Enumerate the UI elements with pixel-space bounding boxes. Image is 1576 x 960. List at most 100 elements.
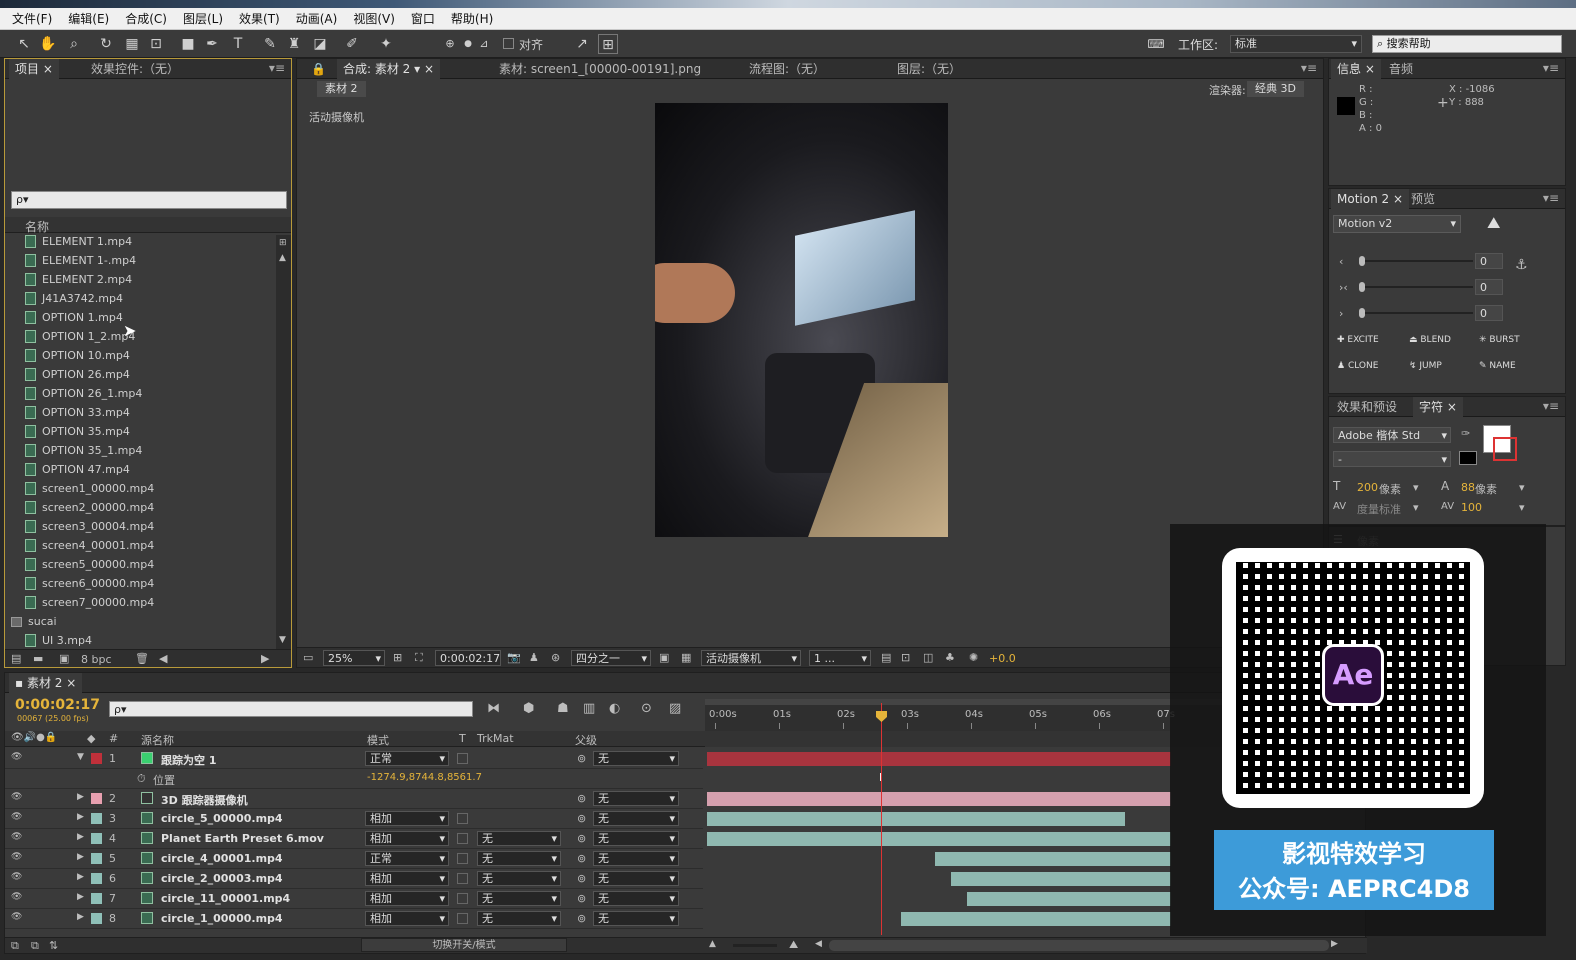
lock-icon[interactable]: 🔒 xyxy=(305,59,332,79)
expand-arrow-icon[interactable]: ▶ xyxy=(77,892,84,902)
parent-select[interactable]: 无 ▾ xyxy=(593,911,679,926)
keyboard-icon[interactable]: ⌨ xyxy=(1146,34,1166,54)
leading-value[interactable]: 88 xyxy=(1461,481,1475,494)
tab-info[interactable]: 信息 × xyxy=(1331,59,1381,79)
menu-help[interactable]: 帮助(H) xyxy=(443,10,501,27)
project-item[interactable]: OPTION 35.mp4 xyxy=(25,422,130,441)
menu-window[interactable]: 窗口 xyxy=(403,10,443,27)
always-preview-icon[interactable]: ▭ xyxy=(303,651,313,664)
tab-preview[interactable]: 预览 xyxy=(1405,189,1441,209)
text-tool-icon[interactable]: T xyxy=(228,34,248,54)
show-snapshot-icon[interactable]: ♟ xyxy=(529,651,539,664)
label-color-swatch[interactable] xyxy=(91,853,102,864)
region-of-interest-icon[interactable]: ▣ xyxy=(659,651,669,664)
tracking-value[interactable]: 100 xyxy=(1461,501,1482,514)
brainstorm-icon[interactable]: ▨ xyxy=(669,701,681,716)
property-row-position[interactable]: ⏱ 位置 -1274.9,8744.8,8561.7 xyxy=(5,769,703,789)
exposure-value[interactable]: +0.0 xyxy=(989,652,1016,665)
project-item[interactable]: ELEMENT 1.mp4 xyxy=(25,235,132,251)
expand-arrow-icon[interactable]: ▶ xyxy=(77,872,84,882)
label-color-swatch[interactable] xyxy=(91,813,102,824)
layer-row[interactable]: 👁 ▶ 8 circle_1_00000.mp4 相加 ▾ 无 ▾ ⊚ 无 ▾ xyxy=(5,909,703,929)
panel-menu-icon[interactable]: ▾≡ xyxy=(1301,61,1317,75)
layer-name[interactable]: circle_4_00001.mp4 xyxy=(161,852,283,865)
ease-both-slider[interactable] xyxy=(1359,282,1473,292)
project-item[interactable]: screen7_00000.mp4 xyxy=(25,593,154,612)
expand-arrow-icon[interactable]: ▶ xyxy=(77,792,84,802)
scroll-left-icon[interactable]: ◀ xyxy=(159,652,167,665)
layer-row[interactable]: 👁 ▶ 2 3D 跟踪器摄像机 ⊚ 无 ▾ xyxy=(5,789,703,809)
tab-flowchart[interactable]: 流程图:（无） xyxy=(743,59,831,79)
menu-layer[interactable]: 图层(L) xyxy=(175,10,231,27)
scroll-down-icon[interactable]: ▼ xyxy=(279,635,286,645)
project-item[interactable]: OPTION 26_1.mp4 xyxy=(25,384,142,403)
timeline-search-input[interactable]: ρ▾ xyxy=(109,701,473,717)
tab-effects-presets[interactable]: 效果和预设 xyxy=(1331,397,1403,417)
tab-effect-controls[interactable]: 效果控件:（无） xyxy=(85,59,185,79)
layer-name[interactable]: circle_2_00003.mp4 xyxy=(161,872,283,885)
menu-file[interactable]: 文件(F) xyxy=(4,10,60,27)
close-icon[interactable]: × xyxy=(43,62,53,76)
project-folder[interactable]: sucai xyxy=(11,612,57,631)
clone-button[interactable]: ♟ CLONE xyxy=(1337,361,1378,371)
zoom-slider[interactable] xyxy=(733,944,777,947)
project-item[interactable]: screen2_00000.mp4 xyxy=(25,498,154,517)
motion-version-select[interactable]: Motion v2 ▾ xyxy=(1333,215,1461,233)
preserve-transparency-checkbox[interactable] xyxy=(457,893,468,904)
scroll-up-icon[interactable]: ▲ xyxy=(279,253,286,263)
zoom-out-icon[interactable]: ▲ xyxy=(709,939,716,949)
layer-duration-bar[interactable] xyxy=(935,852,1171,866)
pan-behind-tool-icon[interactable]: ⊡ xyxy=(146,34,166,54)
ease-in-value[interactable]: 0 xyxy=(1475,253,1503,269)
chevron-down-icon[interactable]: ▾ xyxy=(1519,481,1525,494)
parent-select[interactable]: 无 ▾ xyxy=(593,811,679,826)
eyedropper-icon[interactable]: ✑ xyxy=(1461,427,1470,440)
new-comp-icon[interactable]: ▣ xyxy=(59,652,69,665)
tab-footage[interactable]: 素材: screen1_[00000-00191].png xyxy=(493,59,707,79)
expand-arrow-icon[interactable]: ▶ xyxy=(77,912,84,922)
frame-blending-icon[interactable]: ▥ xyxy=(583,701,595,716)
help-search-input[interactable]: ⌕ 搜索帮助 xyxy=(1372,35,1562,53)
parent-select[interactable]: 无 ▾ xyxy=(593,871,679,886)
project-item[interactable]: OPTION 33.mp4 xyxy=(25,403,130,422)
zoom-tool-icon[interactable]: ⌕ xyxy=(64,34,84,54)
layer-name[interactable]: circle_5_00000.mp4 xyxy=(161,812,283,825)
label-color-swatch[interactable] xyxy=(91,873,102,884)
layer-duration-bar[interactable] xyxy=(707,812,1125,826)
parent-select[interactable]: 无 ▾ xyxy=(593,851,679,866)
font-family-select[interactable]: Adobe 楷体 Std ▾ xyxy=(1333,427,1451,443)
resolution-select[interactable]: 四分之一 ▾ xyxy=(571,650,651,666)
snap-checkbox[interactable] xyxy=(503,38,514,49)
eye-icon[interactable]: 👁 xyxy=(11,892,22,902)
preserve-transparency-checkbox[interactable] xyxy=(457,853,468,864)
project-item[interactable]: screen3_00004.mp4 xyxy=(25,517,154,536)
fast-preview-icon[interactable]: ⊡ xyxy=(901,651,910,664)
expand-arrow-icon[interactable]: ▶ xyxy=(77,852,84,862)
burst-button[interactable]: ✳ BURST xyxy=(1479,335,1520,345)
ease-in-slider[interactable] xyxy=(1359,256,1473,266)
preserve-transparency-checkbox[interactable] xyxy=(457,833,468,844)
project-scrollbar[interactable]: ⊞ ▲ ▼ xyxy=(276,235,291,649)
layer-row[interactable]: 👁 ▶ 3 circle_5_00000.mp4 相加 ▾ ⊚ 无 ▾ xyxy=(5,809,703,829)
layer-row[interactable]: 👁 ▶ 4 Planet Earth Preset 6.mov 相加 ▾ 无 ▾ ⊚ 无 ▾ xyxy=(5,829,703,849)
project-item[interactable]: J41A3742.mp4 xyxy=(25,289,123,308)
tab-character[interactable]: 字符 × xyxy=(1413,397,1463,417)
pen-tool-icon[interactable]: ✒ xyxy=(202,34,222,54)
pick-whip-icon[interactable]: ⊚ xyxy=(577,812,586,825)
project-item[interactable]: OPTION 1_2.mp4 xyxy=(25,327,135,346)
parent-select[interactable]: 无 ▾ xyxy=(593,891,679,906)
project-item[interactable]: OPTION 10.mp4 xyxy=(25,346,130,365)
snap-extend-icon[interactable]: ↗ xyxy=(572,34,592,54)
pick-whip-icon[interactable]: ⊚ xyxy=(577,892,586,905)
trkmat-select[interactable]: 无 ▾ xyxy=(477,871,561,886)
flowchart-icon[interactable]: ⊞ xyxy=(279,238,287,248)
tab-project[interactable]: 项目 × xyxy=(9,59,59,79)
chevron-down-icon[interactable]: ▾ xyxy=(1413,481,1419,494)
pick-whip-icon[interactable]: ⊚ xyxy=(577,752,586,765)
layer-name[interactable]: Planet Earth Preset 6.mov xyxy=(161,832,324,845)
tab-audio[interactable]: 音频 xyxy=(1383,59,1419,79)
scroll-right-icon[interactable]: ▶ xyxy=(1331,939,1338,949)
project-item[interactable]: OPTION 35_1.mp4 xyxy=(25,441,142,460)
menu-composition[interactable]: 合成(C) xyxy=(117,10,175,27)
label-color-swatch[interactable] xyxy=(91,833,102,844)
